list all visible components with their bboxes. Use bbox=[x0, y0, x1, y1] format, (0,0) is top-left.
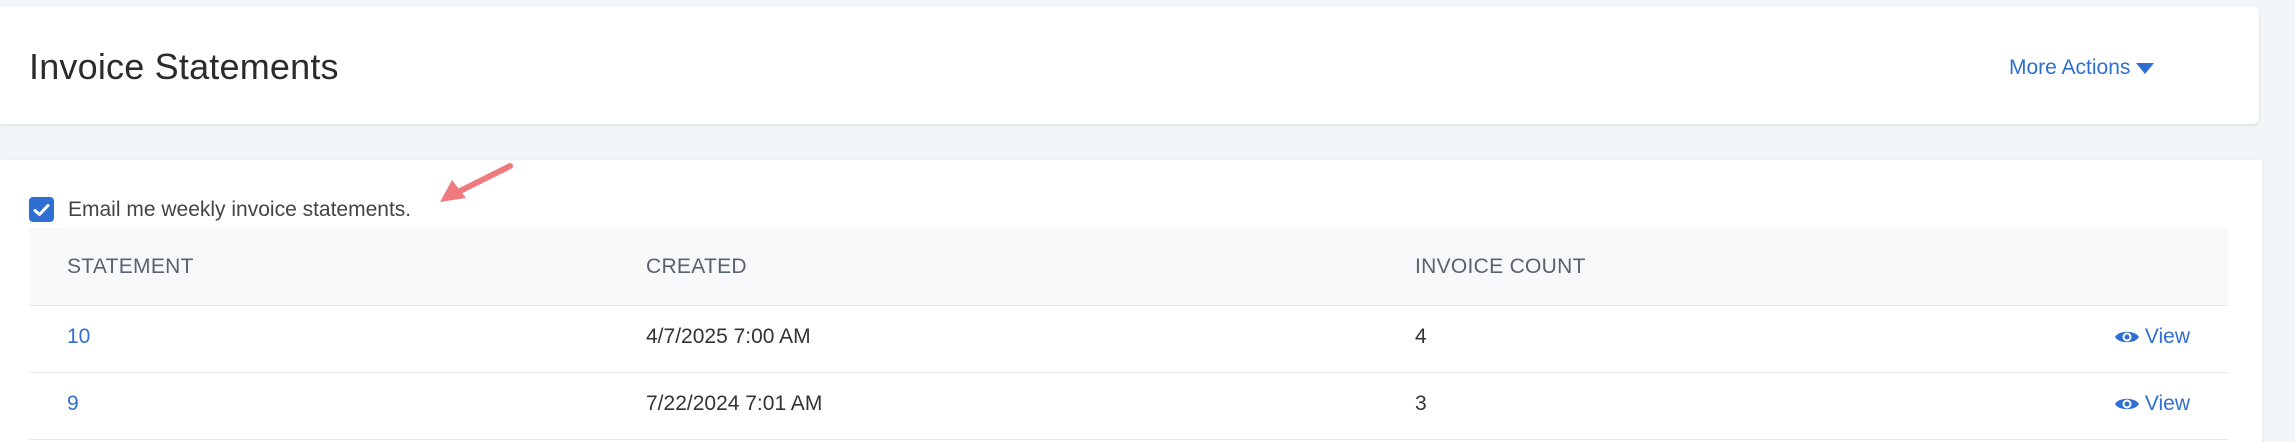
check-icon bbox=[33, 203, 50, 216]
statement-link[interactable]: 10 bbox=[67, 325, 90, 349]
invoice-count-cell: 3 bbox=[1415, 392, 1427, 415]
created-cell: 4/7/2025 7:00 AM bbox=[646, 325, 811, 348]
created-cell: 7/22/2024 7:01 AM bbox=[646, 392, 823, 415]
statement-link[interactable]: 9 bbox=[67, 392, 79, 416]
view-label: View bbox=[2144, 392, 2190, 415]
table-row: 9 7/22/2024 7:01 AM 3 View bbox=[29, 373, 2228, 440]
view-label: View bbox=[2144, 325, 2190, 348]
view-button[interactable]: View bbox=[2114, 392, 2190, 416]
column-header-statement: STATEMENT bbox=[67, 255, 194, 278]
statements-table: STATEMENT CREATED INVOICE COUNT 10 4/7/2… bbox=[29, 228, 2228, 440]
table-row: 10 4/7/2025 7:00 AM 4 View bbox=[29, 306, 2228, 373]
view-button[interactable]: View bbox=[2114, 325, 2190, 349]
caret-down-icon bbox=[2136, 62, 2155, 74]
page-title: Invoice Statements bbox=[29, 46, 339, 87]
annotation-arrow-icon bbox=[440, 163, 513, 202]
email-weekly-checkbox[interactable] bbox=[29, 197, 54, 222]
more-actions-label: More Actions bbox=[2009, 56, 2131, 79]
email-weekly-option[interactable]: Email me weekly invoice statements. bbox=[29, 197, 411, 222]
column-header-created: CREATED bbox=[646, 255, 747, 278]
email-weekly-label: Email me weekly invoice statements. bbox=[68, 197, 412, 221]
eye-icon bbox=[2114, 331, 2139, 343]
page-header: Invoice Statements More Actions bbox=[0, 6, 2259, 124]
more-actions-button[interactable]: More Actions bbox=[2009, 56, 2155, 80]
table-header: STATEMENT CREATED INVOICE COUNT bbox=[29, 228, 2228, 306]
column-header-invoice-count: INVOICE COUNT bbox=[1415, 255, 1586, 278]
invoice-count-cell: 4 bbox=[1415, 325, 1427, 348]
eye-icon bbox=[2114, 398, 2139, 410]
